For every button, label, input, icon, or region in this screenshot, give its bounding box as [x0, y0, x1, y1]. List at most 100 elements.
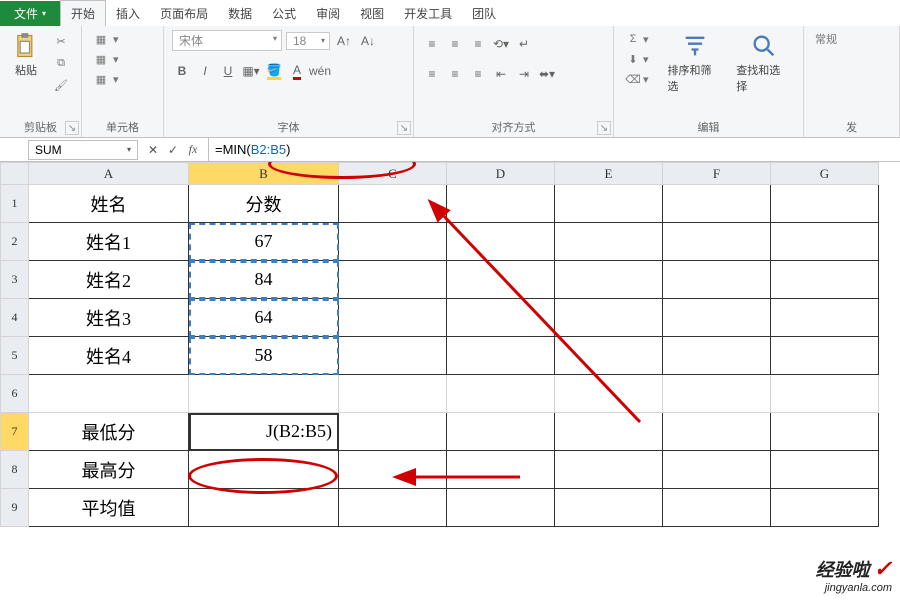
- cell-b4[interactable]: 64: [189, 299, 339, 337]
- align-center-button[interactable]: ≡: [445, 64, 465, 84]
- cell-a4[interactable]: 姓名3: [29, 299, 189, 337]
- row-header-1[interactable]: 1: [1, 185, 29, 223]
- font-color-button[interactable]: A: [287, 61, 307, 81]
- cell-d8[interactable]: [447, 451, 555, 489]
- clipboard-launcher[interactable]: ↘: [65, 121, 79, 135]
- align-right-button[interactable]: ≡: [468, 64, 488, 84]
- cell-g1[interactable]: [771, 185, 879, 223]
- cell-c7[interactable]: [339, 413, 447, 451]
- row-header-6[interactable]: 6: [1, 375, 29, 413]
- cell-f9[interactable]: [663, 489, 771, 527]
- cell-g6[interactable]: [771, 375, 879, 413]
- name-box[interactable]: SUM: [28, 140, 138, 160]
- cell-d4[interactable]: [447, 299, 555, 337]
- cell-e9[interactable]: [555, 489, 663, 527]
- alignment-launcher[interactable]: ↘: [597, 121, 611, 135]
- cell-g9[interactable]: [771, 489, 879, 527]
- tab-review[interactable]: 审阅: [306, 1, 350, 26]
- cell-d9[interactable]: [447, 489, 555, 527]
- cell-g3[interactable]: [771, 261, 879, 299]
- cell-c8[interactable]: [339, 451, 447, 489]
- decrease-indent-button[interactable]: ⇤: [491, 64, 511, 84]
- autosum-button[interactable]: Σ▾: [622, 30, 652, 48]
- cell-e4[interactable]: [555, 299, 663, 337]
- fill-button[interactable]: ⬇▾: [622, 50, 652, 68]
- cell-f5[interactable]: [663, 337, 771, 375]
- cells-insert-button[interactable]: ▦ ▾: [90, 30, 122, 48]
- align-left-button[interactable]: ≡: [422, 64, 442, 84]
- row-header-7[interactable]: 7: [1, 413, 29, 451]
- cell-c9[interactable]: [339, 489, 447, 527]
- cell-a1[interactable]: 姓名: [29, 185, 189, 223]
- cells-format-button[interactable]: ▦ ▾: [90, 70, 122, 88]
- clear-button[interactable]: ⌫▾: [622, 70, 652, 88]
- cell-d7[interactable]: [447, 413, 555, 451]
- tab-formulas[interactable]: 公式: [262, 1, 306, 26]
- merge-button[interactable]: ⬌▾: [537, 64, 557, 84]
- font-name-select[interactable]: 宋体: [172, 30, 282, 51]
- col-header-g[interactable]: G: [771, 163, 879, 185]
- tab-file[interactable]: 文件: [0, 1, 60, 26]
- tab-home[interactable]: 开始: [60, 0, 106, 26]
- col-header-e[interactable]: E: [555, 163, 663, 185]
- col-header-a[interactable]: A: [29, 163, 189, 185]
- tab-page-layout[interactable]: 页面布局: [150, 1, 218, 26]
- orientation-button[interactable]: ⟲▾: [491, 34, 511, 54]
- insert-function-button[interactable]: fx: [184, 141, 202, 159]
- cell-a9[interactable]: 平均值: [29, 489, 189, 527]
- phonetic-button[interactable]: wén: [310, 61, 330, 81]
- cell-e1[interactable]: [555, 185, 663, 223]
- cell-b6[interactable]: [189, 375, 339, 413]
- cell-f6[interactable]: [663, 375, 771, 413]
- cell-a6[interactable]: [29, 375, 189, 413]
- col-header-d[interactable]: D: [447, 163, 555, 185]
- cell-f8[interactable]: [663, 451, 771, 489]
- increase-indent-button[interactable]: ⇥: [514, 64, 534, 84]
- cell-g2[interactable]: [771, 223, 879, 261]
- align-top-button[interactable]: ≡: [422, 34, 442, 54]
- sort-filter-button[interactable]: 排序和筛选: [664, 30, 727, 96]
- align-bottom-button[interactable]: ≡: [468, 34, 488, 54]
- cell-g8[interactable]: [771, 451, 879, 489]
- copy-button[interactable]: ⧉: [50, 54, 72, 72]
- cell-e2[interactable]: [555, 223, 663, 261]
- cell-c6[interactable]: [339, 375, 447, 413]
- cell-a3[interactable]: 姓名2: [29, 261, 189, 299]
- worksheet-grid[interactable]: A B C D E F G 1姓名分数 2姓名167 3姓名284 4姓名364…: [0, 162, 900, 600]
- row-header-5[interactable]: 5: [1, 337, 29, 375]
- cell-b2[interactable]: 67: [189, 223, 339, 261]
- cell-f4[interactable]: [663, 299, 771, 337]
- tab-data[interactable]: 数据: [218, 1, 262, 26]
- cell-g4[interactable]: [771, 299, 879, 337]
- cell-f3[interactable]: [663, 261, 771, 299]
- cell-c1[interactable]: [339, 185, 447, 223]
- cell-a7[interactable]: 最低分: [29, 413, 189, 451]
- tab-team[interactable]: 团队: [462, 1, 506, 26]
- tab-developer[interactable]: 开发工具: [394, 1, 462, 26]
- select-all-corner[interactable]: [1, 163, 29, 185]
- wrap-text-button[interactable]: ↵: [514, 34, 534, 54]
- paste-button[interactable]: 粘贴: [8, 30, 44, 80]
- cell-f1[interactable]: [663, 185, 771, 223]
- cell-d2[interactable]: [447, 223, 555, 261]
- format-painter-button[interactable]: 🖌: [50, 76, 72, 94]
- cell-e6[interactable]: [555, 375, 663, 413]
- row-header-4[interactable]: 4: [1, 299, 29, 337]
- italic-button[interactable]: I: [195, 61, 215, 81]
- cell-g7[interactable]: [771, 413, 879, 451]
- cell-e8[interactable]: [555, 451, 663, 489]
- underline-button[interactable]: U: [218, 61, 238, 81]
- col-header-b[interactable]: B: [189, 163, 339, 185]
- cell-d1[interactable]: [447, 185, 555, 223]
- cell-f7[interactable]: [663, 413, 771, 451]
- cell-a2[interactable]: 姓名1: [29, 223, 189, 261]
- cell-b8[interactable]: [189, 451, 339, 489]
- cut-button[interactable]: ✂: [50, 32, 72, 50]
- cancel-formula-button[interactable]: ✕: [144, 141, 162, 159]
- tab-view[interactable]: 视图: [350, 1, 394, 26]
- border-button[interactable]: ▦▾: [241, 61, 261, 81]
- row-header-2[interactable]: 2: [1, 223, 29, 261]
- col-header-c[interactable]: C: [339, 163, 447, 185]
- row-header-9[interactable]: 9: [1, 489, 29, 527]
- cell-e5[interactable]: [555, 337, 663, 375]
